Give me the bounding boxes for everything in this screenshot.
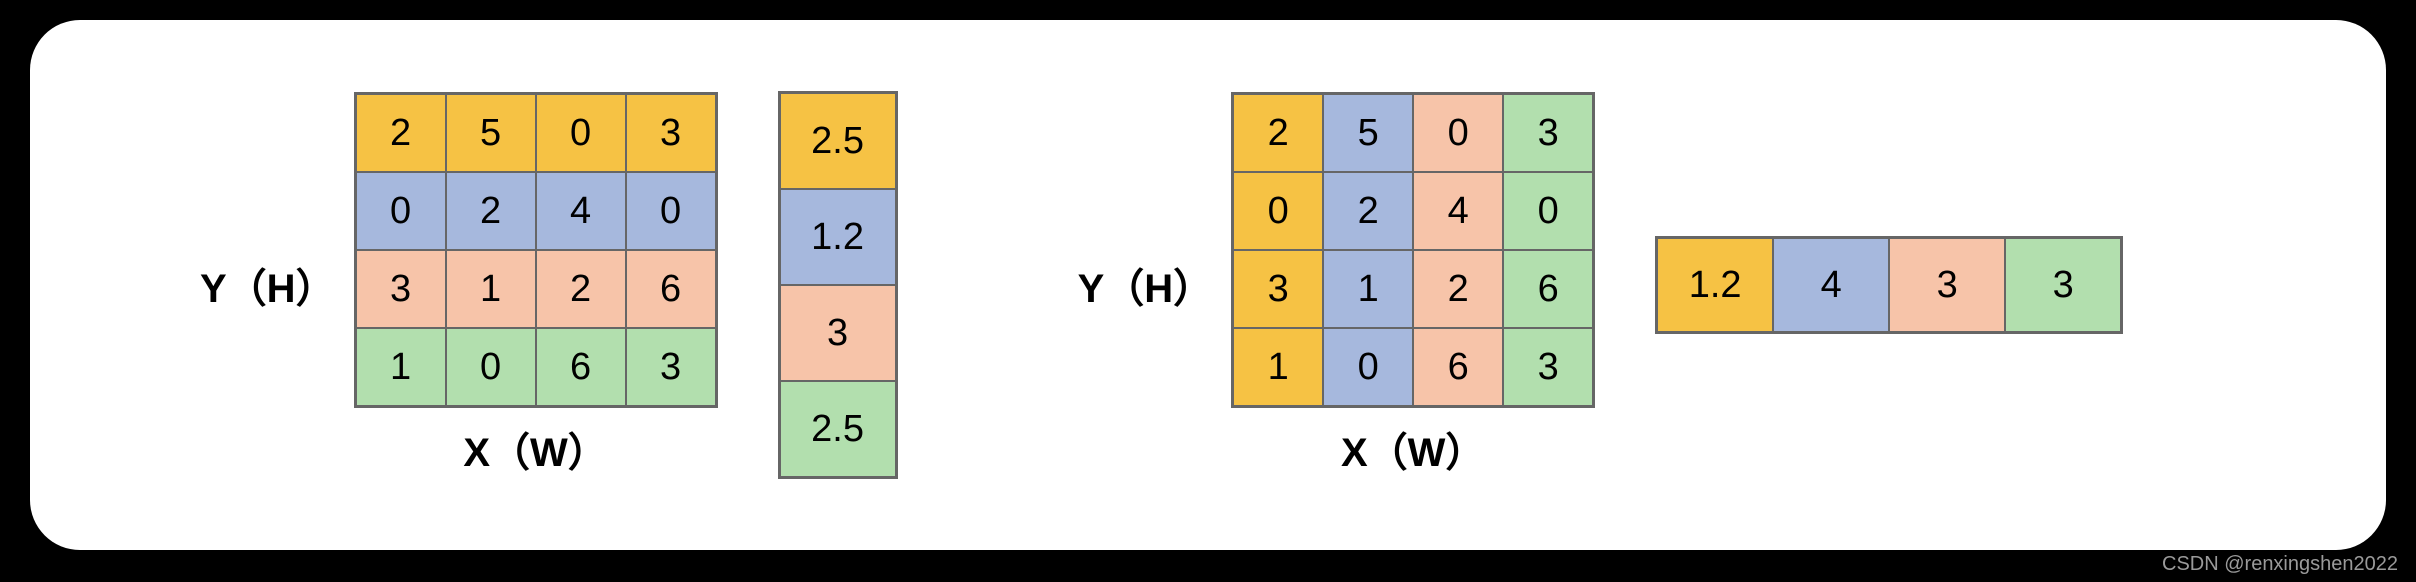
- watermark-text: CSDN @renxingshen2022: [2162, 553, 2398, 576]
- matrix-cell: 4: [536, 172, 626, 250]
- left-result-vector: 2.5 1.2 3 2.5: [778, 91, 898, 479]
- matrix-cell: 6: [1503, 250, 1593, 328]
- matrix-cell: 0: [1413, 94, 1503, 172]
- matrix-cell: 2: [356, 94, 446, 172]
- matrix-cell: 2: [446, 172, 536, 250]
- matrix-cell: 0: [1233, 172, 1323, 250]
- matrix-cell: 0: [1323, 328, 1413, 406]
- matrix-cell: 6: [536, 328, 626, 406]
- right-matrix-wrap: Y（H） 2 5 0 3 0 2 4 0 3 1 2 6 1 0 6: [1078, 92, 1596, 478]
- vector-cell: 3: [2005, 238, 2121, 332]
- matrix-cell: 3: [626, 328, 716, 406]
- y-axis-label-left: Y（H）: [200, 256, 336, 314]
- x-axis-label-right: X（W）: [1341, 420, 1485, 478]
- matrix-cell: 0: [536, 94, 626, 172]
- matrix-cell: 3: [1503, 328, 1593, 406]
- matrix-cell: 0: [626, 172, 716, 250]
- matrix-cell: 0: [356, 172, 446, 250]
- matrix-cell: 6: [1413, 328, 1503, 406]
- left-matrix-wrap: Y（H） 2 5 0 3 0 2 4 0 3 1 2 6 1 0 6: [200, 92, 718, 478]
- matrix-cell: 2: [1323, 172, 1413, 250]
- vector-cell: 2.5: [780, 93, 896, 189]
- matrix-cell: 0: [1503, 172, 1593, 250]
- matrix-cell: 5: [446, 94, 536, 172]
- vector-cell: 4: [1773, 238, 1889, 332]
- right-result-vector: 1.2 4 3 3: [1655, 236, 2123, 334]
- matrix-cell: 3: [356, 250, 446, 328]
- left-section: Y（H） 2 5 0 3 0 2 4 0 3 1 2 6 1 0 6: [200, 91, 898, 479]
- matrix-cell: 2: [1413, 250, 1503, 328]
- right-matrix-block: 2 5 0 3 0 2 4 0 3 1 2 6 1 0 6 3 X: [1231, 92, 1595, 478]
- matrix-cell: 0: [446, 328, 536, 406]
- x-axis-label-left: X（W）: [463, 420, 607, 478]
- matrix-cell: 1: [446, 250, 536, 328]
- left-matrix-block: 2 5 0 3 0 2 4 0 3 1 2 6 1 0 6 3 X: [354, 92, 718, 478]
- matrix-cell: 6: [626, 250, 716, 328]
- vector-cell: 3: [1889, 238, 2005, 332]
- matrix-cell: 1: [356, 328, 446, 406]
- matrix-cell: 3: [1503, 94, 1593, 172]
- right-matrix-grid: 2 5 0 3 0 2 4 0 3 1 2 6 1 0 6 3: [1231, 92, 1595, 408]
- matrix-cell: 1: [1323, 250, 1413, 328]
- matrix-cell: 2: [1233, 94, 1323, 172]
- vector-cell: 3: [780, 285, 896, 381]
- matrix-cell: 3: [1233, 250, 1323, 328]
- vector-cell: 1.2: [1657, 238, 1773, 332]
- matrix-cell: 5: [1323, 94, 1413, 172]
- right-section: Y（H） 2 5 0 3 0 2 4 0 3 1 2 6 1 0 6: [1078, 92, 2124, 478]
- matrix-cell: 1: [1233, 328, 1323, 406]
- y-axis-label-right: Y（H）: [1078, 256, 1214, 314]
- diagram-panel: Y（H） 2 5 0 3 0 2 4 0 3 1 2 6 1 0 6: [30, 20, 2386, 550]
- vector-cell: 2.5: [780, 381, 896, 477]
- vector-cell: 1.2: [780, 189, 896, 285]
- matrix-cell: 2: [536, 250, 626, 328]
- matrix-cell: 4: [1413, 172, 1503, 250]
- left-matrix-grid: 2 5 0 3 0 2 4 0 3 1 2 6 1 0 6 3: [354, 92, 718, 408]
- matrix-cell: 3: [626, 94, 716, 172]
